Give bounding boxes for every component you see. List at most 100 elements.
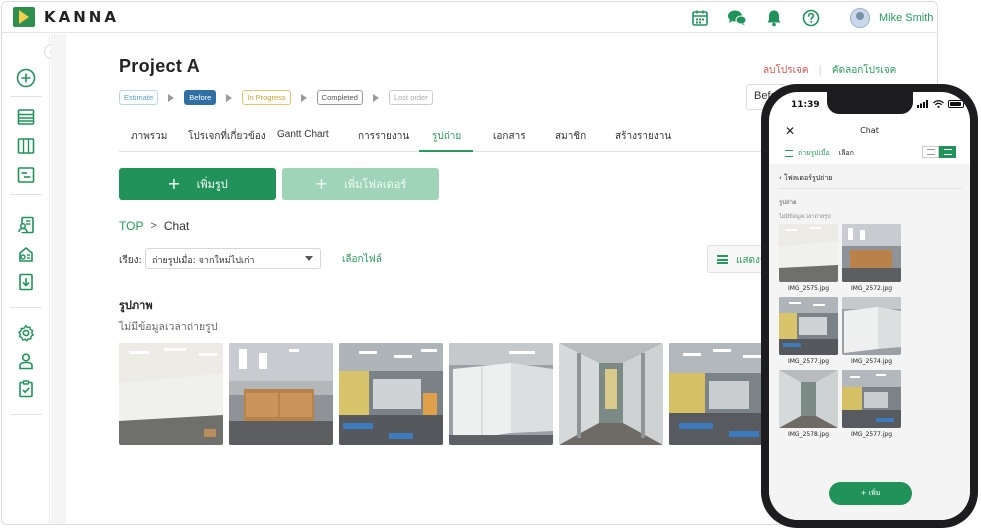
brand[interactable]: KANNA [13,7,119,27]
list-view-icon [717,255,728,264]
breadcrumb-root[interactable]: TOP [119,219,143,233]
tab-members[interactable]: สมาชิก [555,129,586,144]
chat-icon[interactable] [725,7,749,29]
photo-thumbnail[interactable] [229,343,333,445]
mobile-photo-item[interactable]: IMG_2577.jpg [779,297,838,365]
tab-documents[interactable]: เอกสาร [493,129,526,144]
phone-notch [827,92,913,114]
tab-photos[interactable]: รูปถ่าย [432,129,461,144]
help-icon[interactable] [799,7,823,29]
sort-icon [785,150,793,157]
mobile-photo-item[interactable]: IMG_2574.jpg [842,297,901,365]
sort-select-value: ถ่ายรูปเมื่อ: จากใหม่ไปเก่า [152,256,255,266]
sort-label: เรียง: [119,255,142,266]
step-estimate[interactable]: Estimate [119,90,159,105]
calendar-icon[interactable] [688,7,712,29]
mobile-photo-item[interactable]: IMG_2572.jpg [842,224,901,292]
photo-thumbnail [842,224,901,282]
step-before[interactable]: Before [184,90,217,105]
kanna-logo-icon [13,7,35,27]
delete-project-link[interactable]: ลบโปรเจค [763,63,809,78]
mobile-add-button[interactable]: + เพิ่ม [829,482,912,505]
mobile-back-label: โฟลเดอร์รูปถ่าย [784,174,833,182]
copy-project-link[interactable]: คัดลอกโปรเจค [832,63,896,78]
photo-thumbnail[interactable] [449,343,553,445]
list-view-icon[interactable] [922,146,939,158]
status-time: 11:39 [791,100,820,110]
mobile-device: 11:39 ✕ Chat ถ่ายรูปเมื่อ เลือก ‹ โฟลเดอ… [761,84,978,528]
add-photo-button[interactable]: + เพิ่มรูป [119,168,276,200]
mobile-photo-item[interactable]: IMG_2575.jpg [779,224,838,292]
page-title: Project A [119,56,201,76]
mobile-back-link[interactable]: ‹ โฟลเดอร์รูปถ่าย [779,173,832,184]
sidebar-divider [10,96,42,97]
photo-thumbnail [779,370,838,428]
gallery-title: รูปภาพ [119,299,153,312]
clipboard-icon[interactable] [15,378,37,400]
sort-select[interactable]: ถ่ายรูปเมื่อ: จากใหม่ไปเก่า [145,248,321,269]
person-icon[interactable] [15,350,37,372]
photo-thumbnail[interactable] [669,343,773,445]
step-in-progress[interactable]: In Progress [242,90,291,105]
plus-icon: + [167,174,181,193]
mobile-sort-row: ถ่ายรูปเมื่อ เลือก [785,148,854,159]
photo-filename: IMG_2577.jpg [787,358,830,365]
wifi-icon [933,100,944,108]
user-menu[interactable]: Mike Smith [850,8,933,28]
building-icon[interactable] [15,243,37,265]
mobile-no-date: ไม่มีข้อมูลเวลาถ่ายรูป [779,214,831,220]
battery-icon [948,100,964,108]
sidebar: › [2,34,59,524]
mobile-select-button[interactable]: เลือก [839,148,854,159]
add-folder-button[interactable]: + เพิ่มโฟลเดอร์ [282,168,439,200]
grid-view-icon[interactable] [939,146,956,158]
tab-create-report[interactable]: สร้างรายงาน [615,129,671,144]
photo-thumbnail[interactable] [119,343,223,445]
actions-divider: | [818,65,822,76]
download-doc-icon[interactable] [15,271,37,293]
mobile-photo-item[interactable]: IMG_2578.jpg [779,370,838,438]
photo-filename: IMG_2574.jpg [850,358,893,365]
gantt-icon[interactable] [15,164,37,186]
step-arrow-icon [168,93,175,102]
bell-icon[interactable] [762,7,786,29]
mobile-title: Chat [860,126,879,135]
tab-overview[interactable]: ภาพรวม [131,129,167,144]
mobile-photo-item[interactable]: IMG_2577.jpg [842,370,901,438]
tab-gantt-chart[interactable]: Gantt Chart [277,129,329,140]
step-completed[interactable]: Completed [316,90,363,105]
active-tab-indicator [419,150,473,152]
breadcrumb-current: Chat [163,219,190,233]
photo-thumbnail [842,297,901,355]
photo-thumbnail[interactable] [559,343,663,445]
photo-thumbnail[interactable] [339,343,443,445]
list-icon[interactable] [15,106,37,128]
status-icons [917,100,964,108]
breadcrumb: TOP > Chat [119,219,189,233]
photo-thumbnail [779,297,838,355]
select-files-link[interactable]: เลือกไฟล์ [342,252,382,267]
step-lost-order[interactable]: Lost order [388,90,433,105]
board-icon[interactable] [15,135,37,157]
top-icons [688,7,836,29]
step-arrow-icon [372,93,379,102]
user-name: Mike Smith [879,12,934,24]
mobile-sort-button[interactable]: ถ่ายรูปเมื่อ [798,148,830,159]
step-arrow-icon [226,93,233,102]
chevron-right-icon: > [150,220,157,232]
photo-thumbnail [779,224,838,282]
project-actions: ลบโปรเจค | คัดลอกโปรเจค [763,63,896,78]
sidebar-divider [10,414,42,415]
photo-filename: IMG_2577.jpg [850,431,893,438]
chevron-down-icon [305,256,313,261]
sidebar-divider [10,194,42,195]
avatar [850,8,870,28]
content-gutter [51,34,66,524]
status-steps: Estimate Before In Progress Completed Lo… [119,90,433,105]
contacts-icon[interactable] [15,214,37,236]
gear-icon[interactable] [15,322,37,344]
add-circle-icon[interactable] [15,67,37,89]
tab-reports[interactable]: การรายงาน [358,129,409,144]
tab-related-projects[interactable]: โปรเจกที่เกี่ยวข้อง [188,129,266,144]
mobile-photo-grid: IMG_2575.jpg IMG_2572.jpg IMG_2577.jpg I… [779,224,963,438]
